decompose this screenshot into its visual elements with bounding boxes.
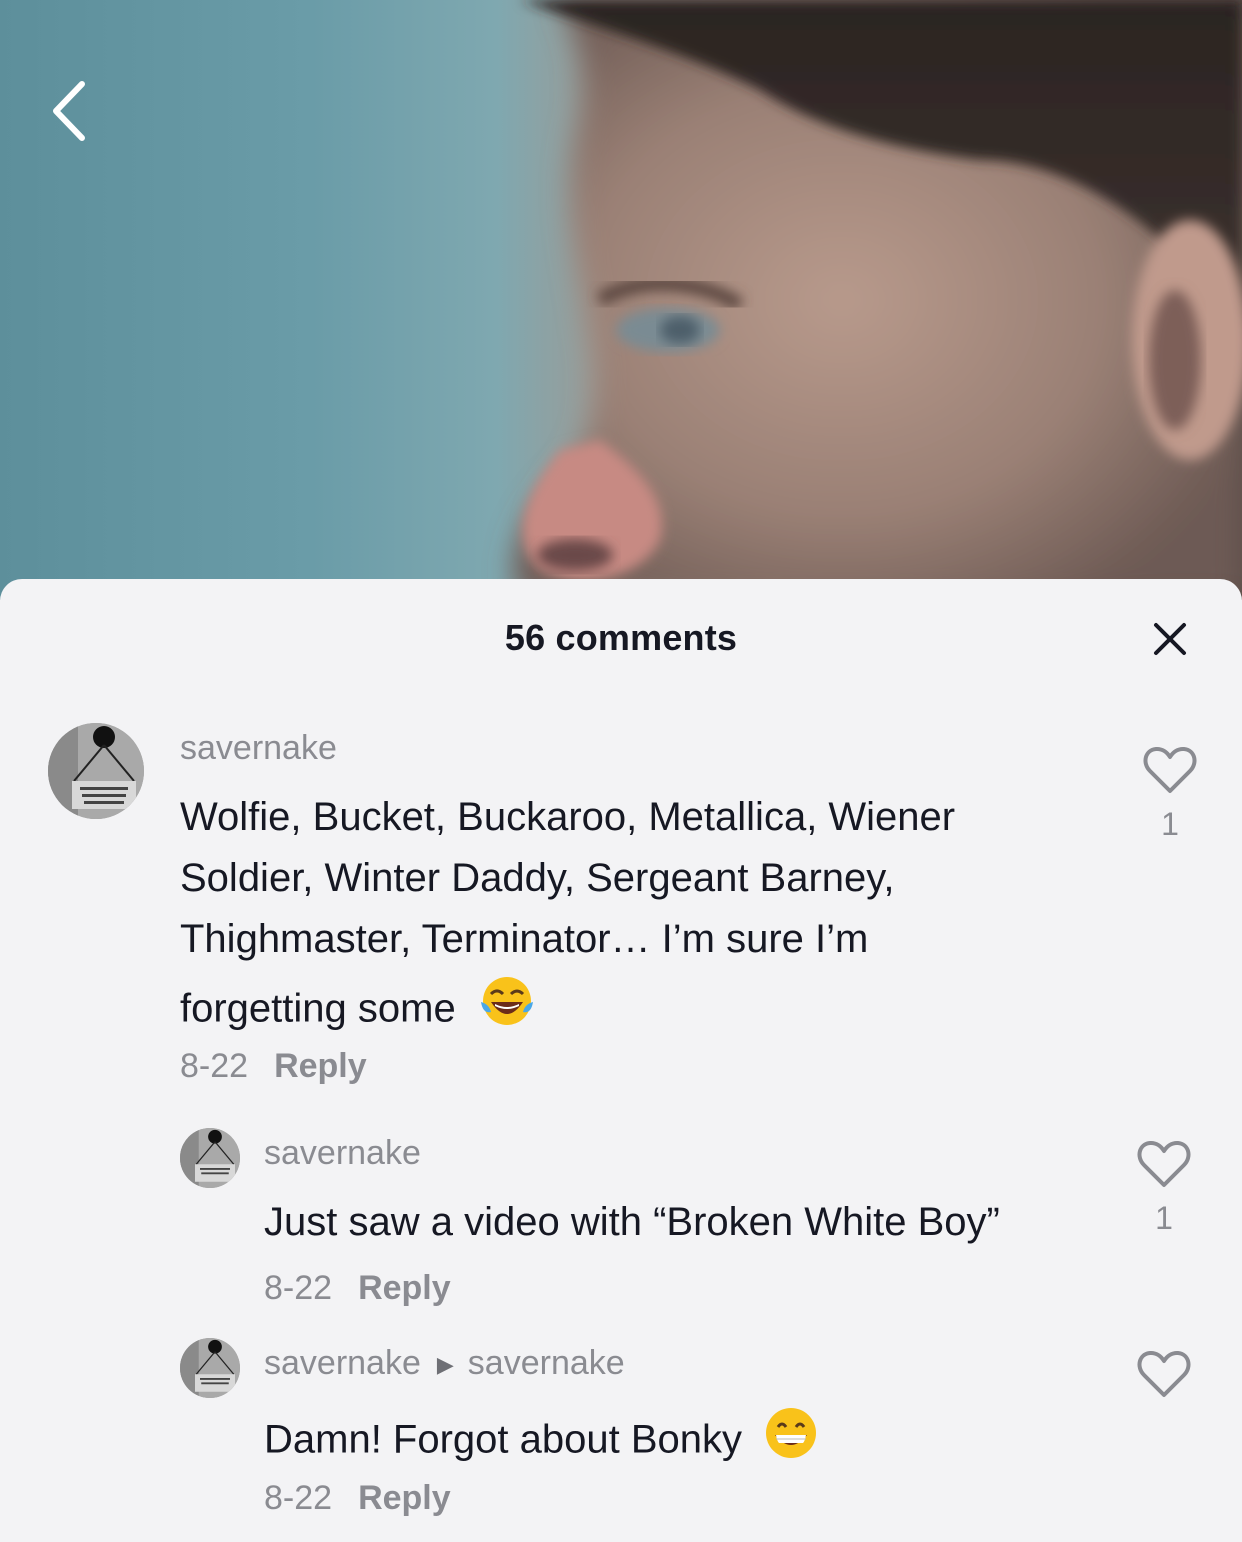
heart-outline-icon — [1143, 746, 1197, 793]
avatar[interactable] — [48, 723, 144, 819]
avatar-image — [180, 1128, 240, 1188]
reply-to-username[interactable]: savernake — [468, 1344, 625, 1382]
comment-username[interactable]: savernake — [180, 729, 337, 768]
chevron-left-icon — [53, 81, 85, 141]
comment-date: 8-22 — [264, 1479, 333, 1517]
comment-date: 8-22 — [264, 1269, 333, 1307]
comment-username[interactable]: savernake — [264, 1134, 421, 1173]
back-button[interactable] — [44, 76, 104, 146]
comments-count-title: 56 comments — [504, 617, 738, 658]
avatar-image — [48, 723, 144, 819]
grinning-emoji — [766, 1408, 817, 1458]
reply-button[interactable]: Reply — [274, 1047, 367, 1085]
heart-outline-icon — [1137, 1140, 1191, 1187]
video-frame[interactable] — [0, 0, 1242, 600]
heart-outline-icon — [1137, 1350, 1191, 1397]
reply-button[interactable]: Reply — [358, 1479, 451, 1517]
comment-text-line: Wolfie, Bucket, Buckaroo, Metallica, Wie… — [180, 795, 956, 839]
reply-button[interactable]: Reply — [358, 1269, 451, 1307]
reply-arrow-icon: ▶ — [436, 1352, 454, 1378]
comment-text: Just saw a video with “Broken White Boy” — [264, 1200, 1000, 1244]
tears-of-joy-emoji — [480, 977, 533, 1025]
tears-of-joy-emoji-icon — [479, 974, 535, 1048]
comments-sheet: 56 comments savernake Wolfie, Bucket, Bu… — [0, 579, 1242, 1542]
like-count: 1 — [1161, 806, 1179, 842]
comment-username[interactable]: savernake — [264, 1344, 421, 1382]
close-icon — [1154, 623, 1186, 655]
comment-text-body: Damn! Forgot about Bonky — [264, 1417, 743, 1462]
comment-meta: 8-22 Reply — [180, 1047, 367, 1086]
avatar[interactable] — [180, 1338, 240, 1398]
close-button[interactable] — [1150, 619, 1190, 659]
like-button[interactable]: 1 — [1140, 745, 1200, 843]
grinning-emoji-icon — [763, 1405, 819, 1479]
comment-meta: 8-22 Reply — [264, 1269, 451, 1308]
video-face-image — [514, 0, 1242, 600]
comment-text-line: Soldier, Winter Daddy, Sergeant Barney, — [180, 856, 895, 900]
avatar[interactable] — [180, 1128, 240, 1188]
comment-text: Wolfie, Bucket, Buckaroo, Metallica, Wie… — [180, 787, 1080, 1048]
comment-username-thread: savernake ▶ savernake — [264, 1344, 625, 1383]
like-count: 1 — [1155, 1200, 1173, 1236]
like-button[interactable] — [1134, 1349, 1194, 1404]
avatar-image — [180, 1338, 240, 1398]
comment-text-line: Thighmaster, Terminator… I’m sure I’m — [180, 917, 869, 961]
like-button[interactable]: 1 — [1134, 1139, 1194, 1237]
comment-meta: 8-22 Reply — [264, 1479, 451, 1518]
comment-date: 8-22 — [180, 1047, 249, 1085]
comment-text-line: forgetting some — [180, 986, 456, 1031]
comment-text: Damn! Forgot about Bonky — [264, 1405, 1124, 1479]
